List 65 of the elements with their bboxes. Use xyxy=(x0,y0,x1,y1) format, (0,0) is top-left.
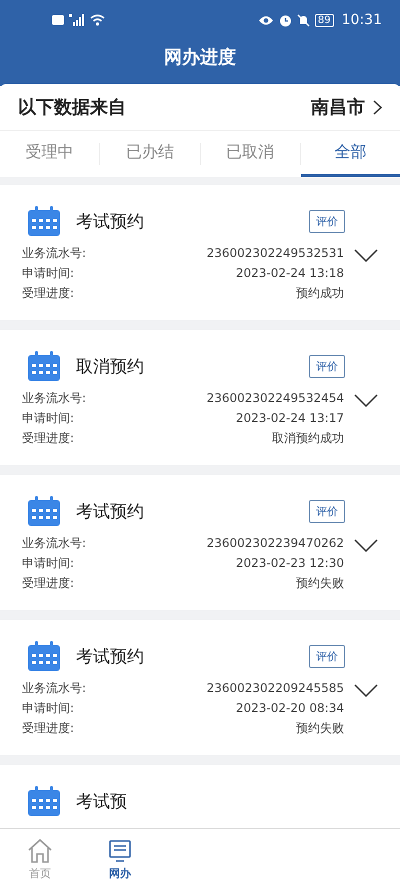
filter-tab[interactable]: 全部 xyxy=(300,131,400,177)
record-card[interactable]: 考试预约 评价 业务流水号: 236002302209245585 申请时间: 2023-02-20 08:34 受理进度: 预约失败 xyxy=(0,620,400,755)
rate-button[interactable]: 评价 xyxy=(309,500,345,522)
chevron-down-icon[interactable] xyxy=(354,249,378,262)
field-value: 2023-02-23 12:30 xyxy=(236,555,344,572)
field-value: 2023-02-24 13:18 xyxy=(236,265,344,282)
field-label: 受理进度: xyxy=(22,575,74,592)
field-value: 236002302239470262 xyxy=(206,535,344,552)
calendar-icon xyxy=(28,496,60,526)
rate-button[interactable]: 评价 xyxy=(309,644,345,668)
field-value: 预约失败 xyxy=(296,575,344,592)
field-value: 2023-02-20 08:34 xyxy=(236,700,344,717)
record-card[interactable]: 考试预约 评价 业务流水号: 236002302239470262 申请时间: 2023-02-23 12:30 受理进度: 预约失败 xyxy=(0,475,400,610)
field-label: 申请时间: xyxy=(22,265,74,282)
filter-tab[interactable]: 已取消 xyxy=(200,131,300,177)
record-card[interactable]: 取消预约 评价 业务流水号: 236002302249532454 申请时间: 2023-02-24 13:17 受理进度: 取消预约成功 xyxy=(0,330,400,465)
document-icon xyxy=(107,838,133,864)
field-value: 2023-02-24 13:17 xyxy=(236,410,344,427)
calendar-icon xyxy=(28,786,60,816)
alarm-icon xyxy=(278,14,292,26)
field-label: 受理进度: xyxy=(22,430,74,447)
nav-tab[interactable]: 网办 xyxy=(80,829,160,889)
record-title: 考试预约 xyxy=(76,646,145,668)
record-title: 考试预约 xyxy=(76,500,145,522)
field-label: 业务流水号: xyxy=(22,680,86,697)
calendar-icon xyxy=(28,641,60,671)
record-card[interactable]: 考试预 xyxy=(0,765,400,828)
rate-button[interactable]: 评价 xyxy=(309,354,345,378)
eye-icon xyxy=(258,14,274,26)
clock-time: 10:31 xyxy=(342,12,382,28)
field-value: 预约失败 xyxy=(296,720,344,737)
field-value: 预约成功 xyxy=(296,285,344,302)
rate-button[interactable]: 评价 xyxy=(309,210,345,232)
field-label: 受理进度: xyxy=(22,720,74,737)
chevron-down-icon[interactable] xyxy=(354,684,378,697)
chevron-down-icon[interactable] xyxy=(354,539,378,552)
wifi-icon xyxy=(90,14,105,26)
mute-icon xyxy=(296,14,310,26)
field-label: 申请时间: xyxy=(22,410,74,427)
filter-tab[interactable]: 已办结 xyxy=(100,131,200,177)
field-value: 236002302249532454 xyxy=(206,390,344,407)
field-label: 申请时间: xyxy=(22,555,74,572)
record-card[interactable]: 考试预约 评价 业务流水号: 236002302249532531 申请时间: 2023-02-24 13:18 受理进度: 预约成功 xyxy=(0,185,400,320)
chevron-right-icon xyxy=(373,100,382,114)
page-title: 网办进度 xyxy=(163,46,237,70)
record-title: 取消预约 xyxy=(76,356,145,378)
home-icon xyxy=(27,838,53,864)
chevron-down-icon[interactable] xyxy=(354,394,378,407)
field-label: 业务流水号: xyxy=(22,535,86,552)
calendar-icon xyxy=(28,206,60,236)
field-label: 申请时间: xyxy=(22,700,74,717)
record-title: 考试预 xyxy=(76,790,128,812)
field-label: 受理进度: xyxy=(22,285,74,302)
record-title: 考试预约 xyxy=(76,210,145,232)
field-label: 业务流水号: xyxy=(22,390,86,407)
field-value: 236002302209245585 xyxy=(206,680,344,697)
city-selector[interactable]: 南昌市 xyxy=(311,95,382,119)
filter-tab[interactable]: 受理中 xyxy=(0,131,100,177)
signal-icon xyxy=(69,14,85,26)
calendar-icon xyxy=(28,351,60,381)
battery-level: 89 xyxy=(314,14,334,26)
field-value: 取消预约成功 xyxy=(272,430,344,447)
source-label: 以下数据来自 xyxy=(18,96,126,119)
field-value: 236002302249532531 xyxy=(206,245,344,262)
field-label: 业务流水号: xyxy=(22,245,86,262)
